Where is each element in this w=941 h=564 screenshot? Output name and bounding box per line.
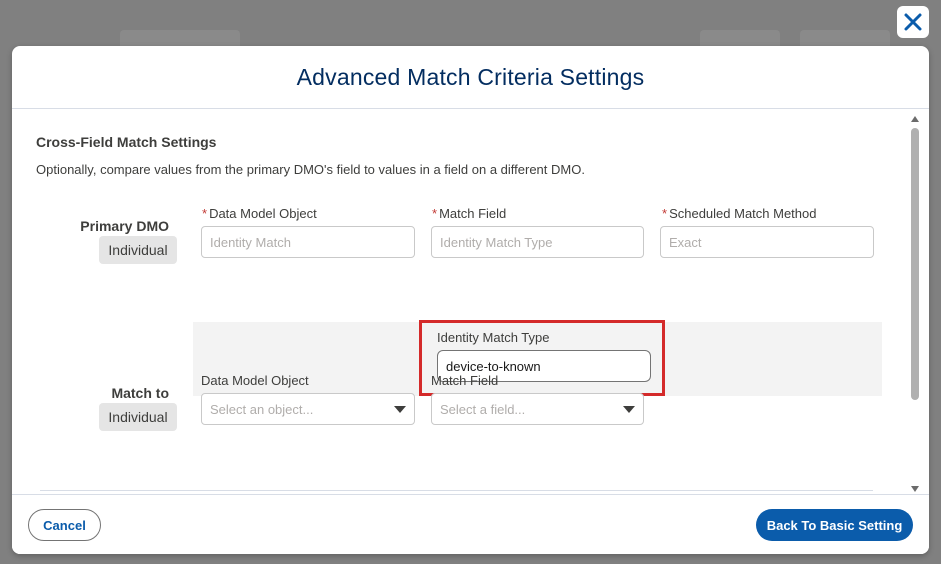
primary-dmo-field-label-text: Data Model Object bbox=[209, 206, 317, 221]
section-description: Optionally, compare values from the prim… bbox=[36, 162, 585, 177]
modal-scrollbar[interactable] bbox=[909, 114, 921, 492]
match-to-pill: Individual bbox=[99, 403, 177, 431]
chevron-down-icon bbox=[394, 406, 406, 413]
scheduled-match-method-label: * Scheduled Match Method bbox=[662, 206, 817, 221]
primary-match-field-label-text: Match Field bbox=[439, 206, 507, 221]
modal-body: Cross-Field Match Settings Optionally, c… bbox=[12, 110, 929, 494]
scheduled-match-method-label-text: Scheduled Match Method bbox=[669, 206, 817, 221]
match-to-dmo-placeholder: Select an object... bbox=[210, 401, 314, 417]
scheduled-match-method-placeholder: Exact bbox=[669, 234, 702, 250]
modal-header: Advanced Match Criteria Settings bbox=[12, 46, 929, 109]
primary-dmo-input[interactable]: Identity Match bbox=[201, 226, 415, 258]
required-marker: * bbox=[662, 206, 668, 221]
identity-match-type-label: Identity Match Type bbox=[437, 330, 550, 345]
match-to-dmo-label: Data Model Object bbox=[201, 373, 309, 388]
close-button[interactable] bbox=[897, 6, 929, 38]
close-icon bbox=[904, 13, 922, 31]
scroll-down-icon[interactable] bbox=[911, 486, 919, 492]
primary-match-field-placeholder: Identity Match Type bbox=[440, 234, 553, 250]
match-to-field-label: Match Field bbox=[431, 373, 499, 388]
scroll-thumb[interactable] bbox=[911, 128, 919, 400]
match-to-field-placeholder: Select a field... bbox=[440, 401, 526, 417]
identity-match-type-value: device-to-known bbox=[446, 358, 541, 374]
scroll-up-icon[interactable] bbox=[911, 116, 919, 122]
primary-match-field-label: * Match Field bbox=[432, 206, 506, 221]
primary-dmo-pill: Individual bbox=[99, 236, 177, 264]
chevron-down-icon bbox=[623, 406, 635, 413]
required-marker: * bbox=[202, 206, 208, 221]
advanced-match-modal: Advanced Match Criteria Settings Cross-F… bbox=[12, 46, 929, 554]
cancel-button[interactable]: Cancel bbox=[28, 509, 101, 541]
match-to-field-select[interactable]: Select a field... bbox=[431, 393, 644, 425]
section-title: Cross-Field Match Settings bbox=[36, 134, 217, 150]
primary-dmo-placeholder: Identity Match bbox=[210, 234, 291, 250]
back-to-basic-setting-button[interactable]: Back To Basic Setting bbox=[756, 509, 913, 541]
match-to-dmo-select[interactable]: Select an object... bbox=[201, 393, 415, 425]
modal-footer: Cancel Back To Basic Setting bbox=[12, 494, 929, 554]
body-divider bbox=[40, 490, 873, 491]
primary-match-field-input[interactable]: Identity Match Type bbox=[431, 226, 644, 258]
required-marker: * bbox=[432, 206, 438, 221]
scheduled-match-method-input[interactable]: Exact bbox=[660, 226, 874, 258]
match-to-label: Match to bbox=[111, 385, 169, 401]
primary-dmo-label: Primary DMO bbox=[80, 218, 169, 234]
primary-dmo-field-label: * Data Model Object bbox=[202, 206, 317, 221]
modal-title: Advanced Match Criteria Settings bbox=[296, 63, 645, 90]
